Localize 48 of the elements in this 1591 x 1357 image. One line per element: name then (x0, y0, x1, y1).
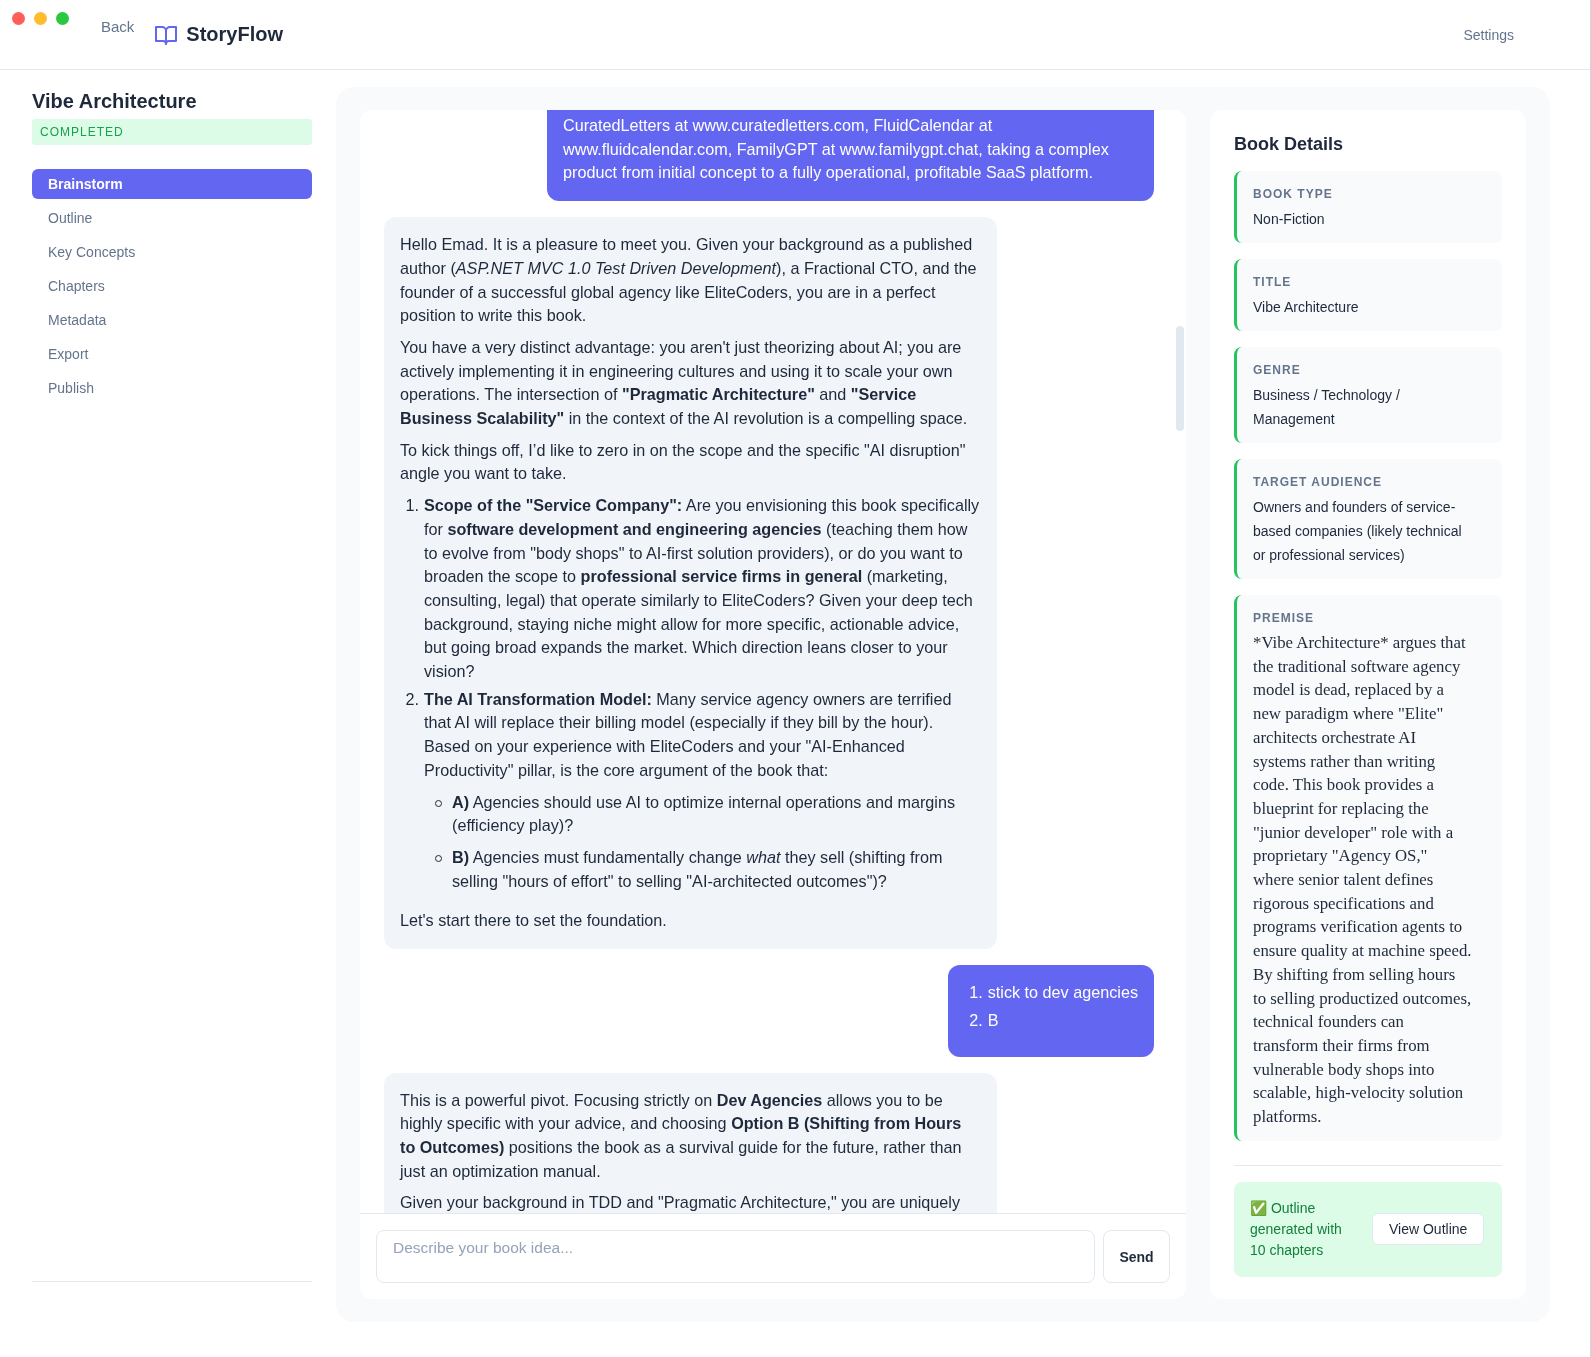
field-value: Owners and founders of service-based companies (likely technical or professional services) (1253, 498, 1463, 565)
send-button[interactable]: Send (1103, 1230, 1170, 1283)
message-paragraph: To kick things off, I’d like to zero in on the scope and the specific "AI disruption" angle you want to take. (400, 439, 967, 485)
list-item-text: stick to dev agencies (987, 983, 1138, 1002)
list-number: 1. (968, 982, 984, 1004)
list-item-text: Scope of the "Service Company": Are you envisioning this book specifically for software development and engineering agencies (teaching them how to evolve from "body shops" to AI-first solution providers), or do you want to broaden the scope to professional service firms in general (marketing, consulting, legal) that operate similarly to EliteCoders? Given your deep tech background, staying niche might allow for more specific, actionable advice, but going broad expands the market. Which direction leans closer to your vision? (424, 496, 980, 681)
field-label: TARGET AUDIENCE (1253, 475, 1383, 489)
sidebar-item[interactable]: Chapters (32, 271, 312, 301)
field-label: PREMISE (1253, 611, 1315, 625)
notice-text: ✅ Outline generated with 10 chapters (1250, 1198, 1343, 1260)
sidebar-item[interactable]: Outline (32, 203, 312, 233)
message-paragraph: Hello Emad. It is a pleasure to meet you. Given your background as a published author (ASP.NET MVC 1.0 Test Driven Development), a Fractional CTO, and the founder of a successful global agency like EliteCoders, you are in a perfect position to write this book. (400, 234, 978, 327)
maximize-icon[interactable] (56, 12, 69, 25)
settings-link[interactable]: Settings (1463, 26, 1514, 43)
field-value: Non-Fiction (1253, 210, 1326, 229)
sidebar-item[interactable]: Publish (32, 373, 312, 403)
view-outline-button[interactable]: View Outline (1372, 1213, 1485, 1246)
message-paragraph: You have a very distinct advantage: you aren't just theorizing about AI; you are actively implementing it in engineering cultures and using it to scale your own operations. The intersection of "Pragmatic Architecture" and "Service Business Scalability" in the context of the AI revolution is a compelling space. (400, 336, 969, 430)
field-label: GENRE (1253, 363, 1302, 377)
field-value: *Vibe Architecture* argues that the traditional software agency model is dead, replaced by a new paradigm where "Elite" architects orchestrate AI systems rather than writing code. This book provides a blueprint for replacing the "junior developer" role with a proprietary "Agency OS," where senior talent defines rigorous specifications and programs verification agents to ensure quality at machine speed. By shifting from selling hours to selling productized outcomes, technical founders can transform their firms from vulnerable body shops into scalable, high-velocity solution platforms. (1253, 632, 1472, 1129)
list-item-text: B (987, 1010, 999, 1029)
close-icon[interactable] (12, 12, 25, 25)
app-name: StoryFlow (186, 23, 284, 46)
message-paragraph: Given your background in TDD and "Pragmatic Architecture," you are uniquely (400, 1192, 962, 1213)
field-label: BOOK TYPE (1253, 187, 1334, 201)
message-paragraph: CuratedLetters at www.curatedletters.com, FluidCalendar at www.fluidcalendar.com, FamilyGPT at www.familygpt.chat, taking a complex product from initial concept to a fully operational, profitable SaaS platform. (563, 115, 1110, 184)
field-label: TITLE (1253, 275, 1293, 289)
panel-title: Book Details (1234, 134, 1345, 155)
book-title: Vibe Architecture (32, 90, 198, 113)
sidebar-item[interactable]: Key Concepts (32, 237, 312, 267)
list-number: 2. (968, 1009, 984, 1031)
list-item-text: A) Agencies should use AI to optimize internal operations and margins (efficiency play)? (452, 791, 956, 837)
list-number: 2. (404, 688, 420, 710)
sidebar-item[interactable]: Export (32, 339, 312, 369)
list-item-text: B) Agencies must fundamentally change what they sell (shifting from selling "hours of effort" to selling "AI-architected outcomes")? (452, 847, 944, 892)
sidebar-item[interactable]: Metadata (32, 305, 312, 335)
back-link[interactable]: Back (101, 18, 135, 35)
sidebar-item[interactable]: Brainstorm (32, 169, 312, 199)
message-paragraph: This is a powerful pivot. Focusing strictly on Dev Agencies allows you to be highly specific with your advice, and choosing Option B (Shifting from Hours to Outcomes) positions the book as a survival guide for the future, rather than just an optimization manual. (400, 1089, 963, 1182)
scrollbar-thumb[interactable] (1176, 326, 1184, 431)
list-number: 1. (404, 495, 420, 517)
message-paragraph: Let's start there to set the foundation. (400, 910, 668, 932)
field-value: Business / Technology / Management (1253, 386, 1401, 429)
minimize-icon[interactable] (34, 12, 47, 25)
message-input[interactable]: Describe your book idea... (376, 1230, 1095, 1283)
field-value: Vibe Architecture (1253, 298, 1360, 317)
status-badge: COMPLETED (32, 119, 312, 145)
list-item-text: The AI Transformation Model: Many service agency owners are terrified that AI will replace their billing model (especially if they bill by the hour). Based on your experience with EliteCoders and your "AI-Enhanced Productivity" pillar, is the core argument of the book that: (424, 689, 952, 779)
